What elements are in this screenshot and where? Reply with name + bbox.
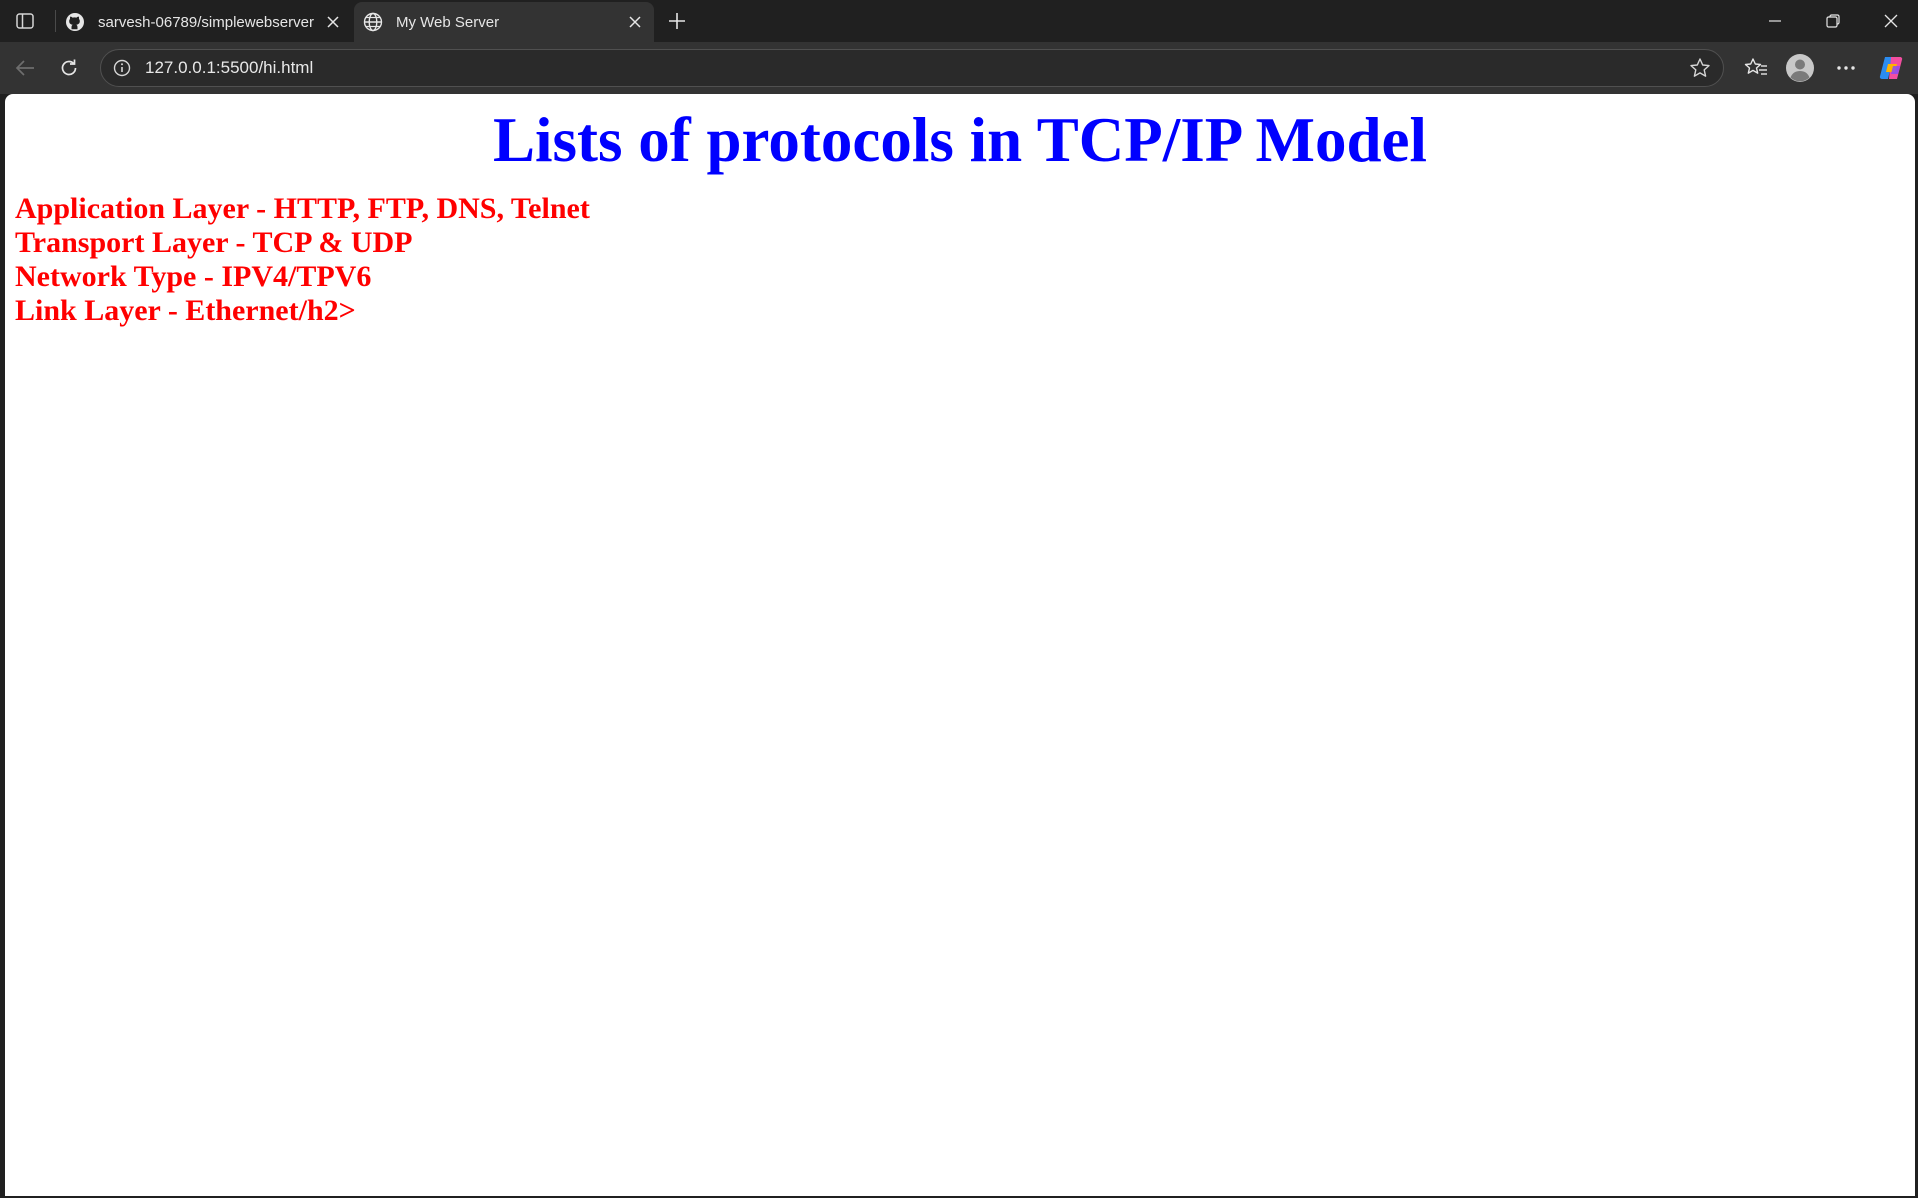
protocol-list: Application Layer - HTTP, FTP, DNS, Teln… <box>5 192 1915 328</box>
sidebar-icon[interactable] <box>8 5 42 37</box>
page-title: Lists of protocols in TCP/IP Model <box>493 105 1427 175</box>
window-close-icon[interactable] <box>1868 4 1914 38</box>
transport-layer-text: Transport Layer - TCP & UDP <box>15 226 413 260</box>
url-text[interactable]: 127.0.0.1:5500/hi.html <box>145 58 1685 78</box>
github-icon <box>64 11 86 33</box>
copilot-icon[interactable] <box>1874 51 1910 85</box>
tab-title: sarvesh-06789/simplewebserver <box>98 13 314 31</box>
profile-icon[interactable] <box>1782 51 1818 85</box>
address-bar[interactable]: 127.0.0.1:5500/hi.html <box>100 49 1724 87</box>
restore-icon[interactable] <box>1810 4 1856 38</box>
tab-my-web-server[interactable]: My Web Server <box>354 2 654 42</box>
network-type-text: Network Type - IPV4/TPV6 <box>15 260 372 294</box>
minimize-icon[interactable] <box>1752 4 1798 38</box>
globe-icon <box>362 11 384 33</box>
refresh-icon[interactable] <box>52 52 86 84</box>
close-icon[interactable] <box>620 7 650 37</box>
new-tab-icon[interactable] <box>660 5 694 37</box>
star-icon[interactable] <box>1685 53 1715 83</box>
favorites-icon[interactable] <box>1738 52 1774 84</box>
tab-github[interactable]: sarvesh-06789/simplewebserver <box>56 2 352 42</box>
browser-window: sarvesh-06789/simplewebserver My Web Ser… <box>0 0 1918 1198</box>
toolbar: 127.0.0.1:5500/hi.html <box>0 42 1918 94</box>
tab-strip: sarvesh-06789/simplewebserver My Web Ser… <box>0 0 1918 42</box>
back-icon[interactable] <box>8 52 42 84</box>
link-layer-text: Link Layer - Ethernet/h2> <box>15 294 356 328</box>
close-icon[interactable] <box>318 7 348 37</box>
info-icon[interactable] <box>111 57 133 79</box>
application-layer-text: Application Layer - HTTP, FTP, DNS, Teln… <box>15 192 590 226</box>
more-icon[interactable] <box>1828 52 1864 84</box>
tab-title: My Web Server <box>396 13 500 31</box>
page-viewport: Lists of protocols in TCP/IP Model Appli… <box>5 94 1915 1196</box>
